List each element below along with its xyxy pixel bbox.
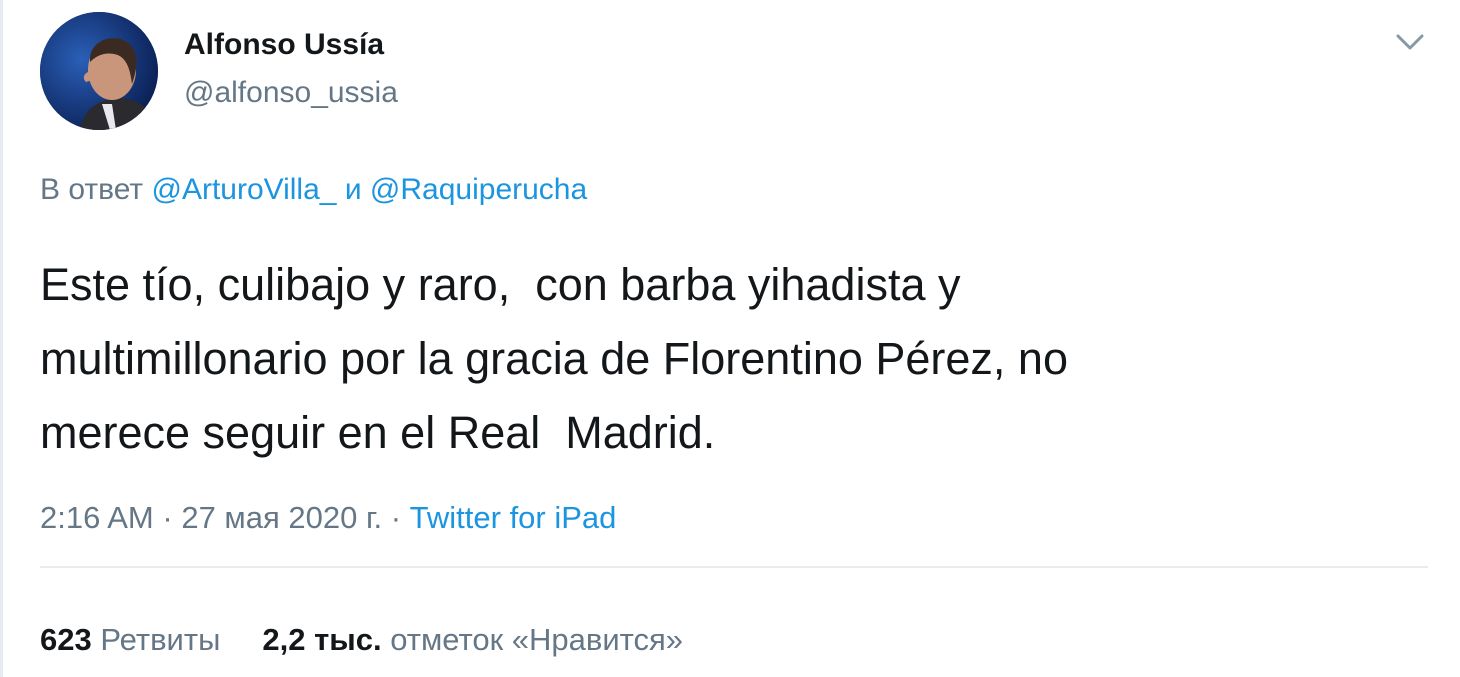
- retweets-count: 623: [40, 622, 92, 657]
- author-handle[interactable]: @alfonso_ussia: [184, 76, 398, 110]
- chevron-down-icon[interactable]: [1392, 28, 1428, 56]
- tweet-source-link[interactable]: Twitter for iPad: [410, 500, 617, 535]
- reply-mention-arturovilla[interactable]: @ArturoVilla_: [151, 173, 336, 206]
- likes-label: отметок «Нравится»: [390, 622, 684, 657]
- retweets-stat[interactable]: 623 Ретвиты: [40, 622, 220, 657]
- reply-prefix: В ответ: [40, 173, 144, 206]
- tweet-card: Alfonso Ussía @alfonso_ussia В ответ @Ar…: [0, 0, 1460, 677]
- likes-count: 2,2 тыс.: [262, 622, 382, 657]
- reply-mention-raquiperucha[interactable]: @Raquiperucha: [370, 173, 587, 206]
- tweet-text-line: multimillonario por la gracia de Florent…: [40, 333, 1068, 384]
- retweets-label: Ретвиты: [100, 622, 221, 657]
- tweet-time[interactable]: 2:16 AM: [40, 500, 154, 535]
- meta-separator: ·: [162, 500, 173, 535]
- reply-context: В ответ @ArturoVilla_ и @Raquiperucha: [40, 173, 587, 207]
- tweet-meta: 2:16 AM · 27 мая 2020 г. · Twitter for i…: [40, 500, 616, 536]
- tweet-date[interactable]: 27 мая 2020 г.: [181, 500, 382, 535]
- reply-conjunction: и: [344, 173, 362, 206]
- profile-photo-icon: [40, 12, 158, 130]
- divider: [40, 566, 1428, 568]
- meta-separator: ·: [390, 500, 402, 535]
- tweet-text: Este tío, culibajo y raro, con barba yih…: [40, 248, 1430, 470]
- likes-stat[interactable]: 2,2 тыс. отметок «Нравится»: [262, 622, 683, 657]
- tweet-stats: 623 Ретвиты 2,2 тыс. отметок «Нравится»: [40, 622, 683, 658]
- tweet-text-line: Este tío, culibajo y raro, con barba yih…: [40, 259, 961, 310]
- tweet-text-line: merece seguir en el Real Madrid.: [40, 407, 716, 458]
- author-name[interactable]: Alfonso Ussía: [184, 28, 384, 62]
- avatar[interactable]: [40, 12, 158, 130]
